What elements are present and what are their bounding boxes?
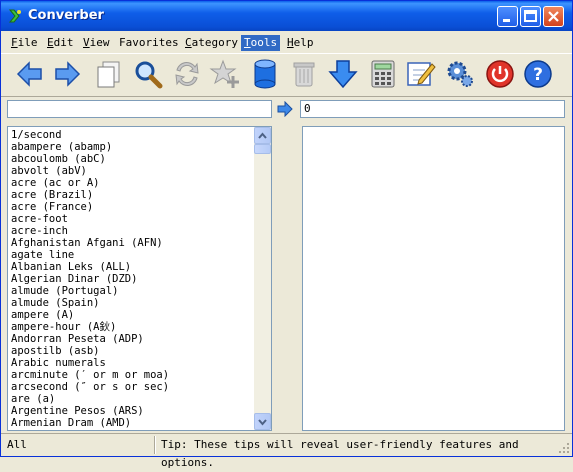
- menu-category[interactable]: Category: [182, 35, 241, 51]
- add-favorite-icon: [209, 59, 239, 88]
- unit-list-item[interactable]: acre (France): [11, 201, 255, 213]
- chevron-down-icon: [258, 419, 267, 426]
- help-button[interactable]: ?: [522, 58, 554, 90]
- menu-favorites[interactable]: Favorites: [116, 35, 182, 51]
- download-button[interactable]: [327, 58, 359, 90]
- find-icon: [135, 61, 163, 89]
- settings-icon: [447, 61, 473, 87]
- unit-list-item[interactable]: 1/second: [11, 129, 255, 141]
- unit-list-item[interactable]: arcsecond (″ or s or sec): [11, 381, 255, 393]
- help-icon: ?: [524, 60, 552, 88]
- unit-list-item[interactable]: Argentine Pesos (ARS): [11, 405, 255, 417]
- copy-button[interactable]: [93, 58, 125, 90]
- copy-icon: [97, 61, 120, 88]
- find-button[interactable]: [132, 58, 164, 90]
- convert-arrow-icon[interactable]: [277, 101, 293, 117]
- to-value-output[interactable]: 0: [300, 100, 565, 118]
- unit-list-item[interactable]: Afghanistan Afgani (AFN): [11, 237, 255, 249]
- database-icon: [254, 59, 276, 89]
- app-logo-icon: [8, 9, 21, 23]
- unit-list-item[interactable]: Algerian Dinar (DZD): [11, 273, 255, 285]
- edit-button[interactable]: [405, 58, 437, 90]
- minimize-button[interactable]: [497, 6, 518, 27]
- scroll-down-button[interactable]: [254, 413, 271, 430]
- menu-help[interactable]: Help: [284, 35, 317, 51]
- unit-list-item[interactable]: are (a): [11, 393, 255, 405]
- swap-icon: [175, 62, 199, 86]
- trash-icon: [293, 62, 315, 87]
- window-title: Converber: [28, 8, 104, 23]
- unit-list-item[interactable]: almude (Portugal): [11, 285, 255, 297]
- delete-button[interactable]: [288, 58, 320, 90]
- menu-bar: File Edit View Favorites Category Tools …: [1, 32, 572, 52]
- unit-list-item[interactable]: acre-inch: [11, 225, 255, 237]
- unit-list-item[interactable]: agate line: [11, 249, 255, 261]
- database-button[interactable]: [249, 58, 281, 90]
- exit-icon: [486, 60, 514, 88]
- back-button[interactable]: [14, 58, 46, 90]
- unit-list-item[interactable]: arcminute (′ or m or moa): [11, 369, 255, 381]
- unit-list-item[interactable]: almude (Spain): [11, 297, 255, 309]
- forward-button[interactable]: [51, 58, 83, 90]
- unit-list[interactable]: 1/second abampere (abamp) abcoulomb (abC) a…: [7, 126, 272, 431]
- menu-tools[interactable]: Tools: [241, 35, 281, 51]
- unit-list-item[interactable]: Andorran Peseta (ADP): [11, 333, 255, 345]
- unit-list-item[interactable]: acre (ac or A): [11, 177, 255, 189]
- status-category: All: [7, 438, 27, 451]
- scroll-up-button[interactable]: [254, 127, 271, 144]
- conversion-input-row: 0: [1, 97, 572, 121]
- unit-list-item[interactable]: apostilb (asb): [11, 345, 255, 357]
- unit-list-item[interactable]: acre-foot: [11, 213, 255, 225]
- add-favorite-button[interactable]: [209, 58, 241, 90]
- unit-list-item[interactable]: ampere-hour (A鈥): [11, 321, 255, 333]
- svg-text:?: ?: [533, 65, 543, 85]
- unit-list-items: 1/second abampere (abamp) abcoulomb (abC) a…: [11, 129, 255, 429]
- unit-list-item[interactable]: ampere (A): [11, 309, 255, 321]
- maximize-button[interactable]: [520, 6, 541, 27]
- maximize-icon: [524, 10, 537, 22]
- status-bar: All Tip: These tips will reveal user-fri…: [1, 433, 572, 469]
- chevron-up-icon: [258, 132, 267, 139]
- unit-list-item[interactable]: abcoulomb (abC): [11, 153, 255, 165]
- resize-grip-icon[interactable]: [558, 442, 570, 454]
- pane-splitter[interactable]: [272, 126, 302, 431]
- settings-button[interactable]: [444, 58, 476, 90]
- calculator-button[interactable]: [367, 58, 399, 90]
- menu-file[interactable]: File: [8, 35, 41, 51]
- toolbar: ?: [1, 53, 572, 97]
- result-list[interactable]: [302, 126, 565, 431]
- unit-list-item[interactable]: Arabic numerals: [11, 357, 255, 369]
- scroll-thumb[interactable]: [254, 144, 271, 154]
- unit-list-item[interactable]: Armenian Dram (AMD): [11, 417, 255, 429]
- unit-list-item[interactable]: abvolt (abV): [11, 165, 255, 177]
- from-value-input[interactable]: [7, 100, 272, 118]
- unit-list-item[interactable]: acre (Brazil): [11, 189, 255, 201]
- calculator-icon: [371, 60, 395, 88]
- exit-button[interactable]: [484, 58, 516, 90]
- download-icon: [328, 60, 358, 89]
- unit-list-scrollbar[interactable]: [254, 127, 271, 430]
- unit-list-item[interactable]: abampere (abamp): [11, 141, 255, 153]
- title-bar[interactable]: Converber: [1, 1, 572, 31]
- back-arrow-icon: [16, 61, 42, 87]
- edit-icon: [407, 62, 436, 86]
- forward-arrow-icon: [55, 61, 81, 87]
- swap-button[interactable]: [171, 58, 203, 90]
- status-tip: Tip: These tips will reveal user-friendl…: [161, 438, 519, 469]
- close-button[interactable]: [543, 6, 564, 27]
- minimize-icon: [503, 19, 510, 22]
- unit-list-item[interactable]: Albanian Leks (ALL): [11, 261, 255, 273]
- close-icon: [548, 11, 559, 22]
- menu-view[interactable]: View: [80, 35, 113, 51]
- menu-edit[interactable]: Edit: [44, 35, 77, 51]
- app-window: Converber File Edit View Favorites Categ…: [0, 0, 573, 469]
